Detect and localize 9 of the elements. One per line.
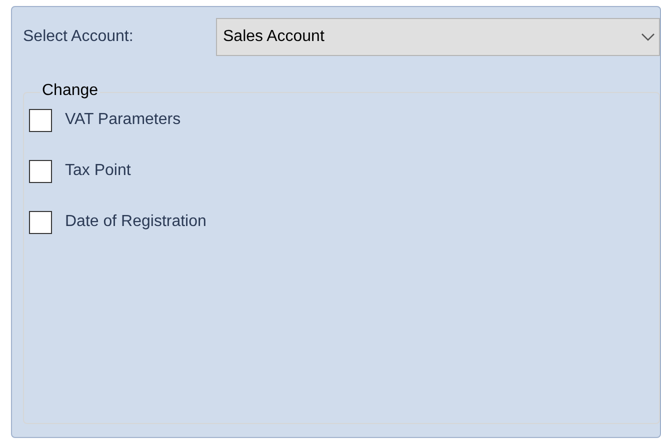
checkbox[interactable] xyxy=(29,108,52,132)
checkbox-option[interactable]: Tax Point xyxy=(29,159,131,183)
checkbox-option[interactable]: VAT Parameters xyxy=(29,108,181,132)
checkbox[interactable] xyxy=(29,160,52,182)
select-account-label: Select Account: xyxy=(23,27,134,47)
checkbox-option[interactable]: Date of Registration xyxy=(29,210,206,234)
account-dropdown[interactable]: Sales Account xyxy=(216,18,660,56)
chevron-down-icon xyxy=(641,32,655,42)
checkbox[interactable] xyxy=(29,210,52,234)
